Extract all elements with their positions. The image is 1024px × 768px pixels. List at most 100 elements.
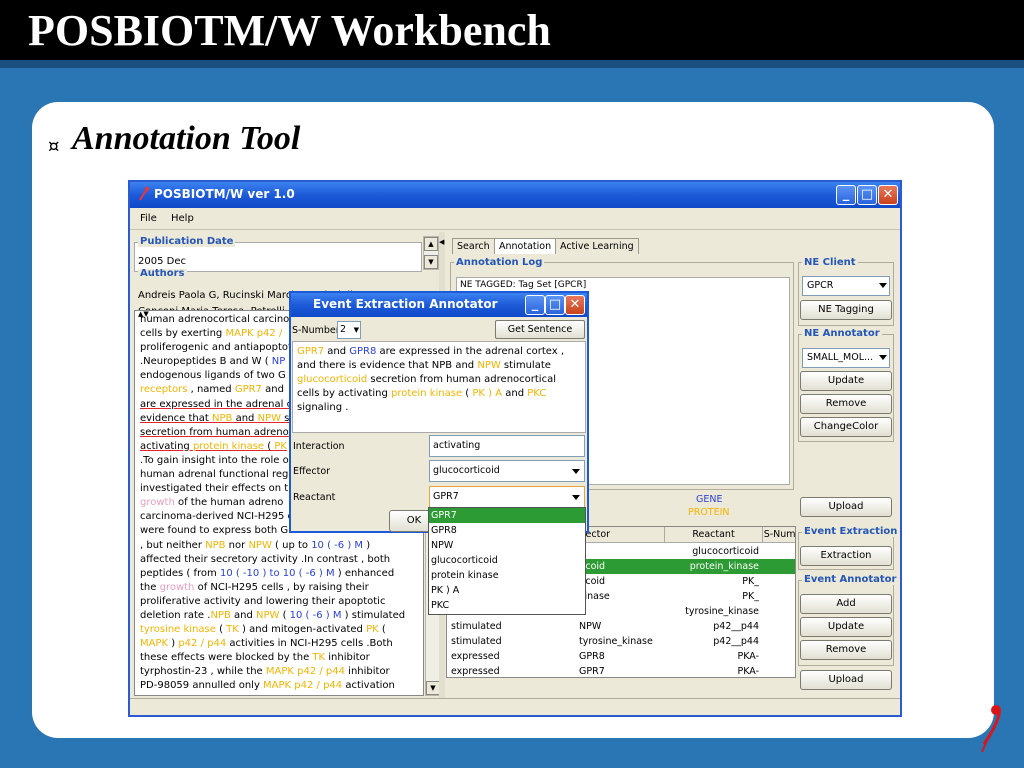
table-cell-effector: [579, 544, 663, 559]
tab-bar: Search Annotation Active Learning: [448, 234, 748, 256]
app-title: POSBIOTM/W ver 1.0: [154, 187, 295, 201]
change-color-button[interactable]: ChangeColor: [800, 417, 892, 437]
table-header-snumber[interactable]: S-Number: [763, 527, 795, 543]
table-cell-snum: 6: [763, 619, 795, 634]
upload-top-button[interactable]: Upload: [800, 497, 892, 517]
ne-protein: PK ) A: [472, 388, 503, 399]
table-cell-effector: [579, 604, 663, 619]
table-cell-snum: 2: [763, 544, 795, 559]
tab-active-learning[interactable]: Active Learning: [555, 238, 639, 254]
scroll-down-icon[interactable]: ▼: [424, 255, 438, 269]
abstract-line: deletion rate .NPB and NPW ( 10 ( -6 ) M…: [140, 609, 406, 621]
abstract-line: , but neither NPB nor NPW ( up to 10 ( -…: [140, 539, 371, 551]
scroll-up-icon[interactable]: ▲: [424, 237, 438, 251]
snumber-combo[interactable]: 2 ▼: [337, 321, 361, 339]
bullet-icon: ¤: [48, 136, 60, 157]
table-cell-snum: 9: [763, 664, 795, 677]
dropdown-option[interactable]: GPR7: [429, 508, 585, 523]
dialog-title: Event Extraction Annotator: [313, 297, 498, 311]
extraction-button[interactable]: Extraction: [800, 546, 892, 566]
ne-tagging-button[interactable]: NE Tagging: [800, 300, 892, 320]
table-cell-snum: 2: [763, 574, 795, 589]
ne-client-label: NE Client: [802, 257, 858, 268]
tab-annotation[interactable]: Annotation: [494, 238, 557, 254]
dropdown-option[interactable]: glucocorticoid: [429, 553, 585, 568]
snumber-label: S-Number: [292, 325, 340, 336]
scroll-down-icon[interactable]: ▼: [426, 681, 440, 695]
dropdown-option[interactable]: protein kinase: [429, 568, 585, 583]
annotation-log-label: Annotation Log: [454, 257, 545, 268]
chevron-down-icon: [572, 495, 580, 500]
abstract-line: tyrphostin-23 , while the MAPK p42 / p44…: [140, 666, 390, 678]
dialog-body: S-Number 2 ▼ Get Sentence GPR7 and GPR8 a…: [291, 317, 587, 532]
table-cell-interaction: expressed: [451, 651, 500, 662]
legend-protein: PROTEIN: [688, 507, 730, 518]
tab-search[interactable]: Search: [452, 238, 495, 254]
abstract-line: the growth of NCI-H295 cells , by raisin…: [140, 581, 369, 593]
ne-client-combo[interactable]: GPCR: [802, 276, 890, 296]
table-header-reactant[interactable]: Reactant: [665, 527, 763, 543]
status-bar: [130, 698, 900, 715]
abstract-line: proliferative activity and lowering thei…: [140, 595, 386, 607]
dialog-maximize-button[interactable]: □: [545, 295, 565, 315]
table-cell-reactant: p42__p44: [713, 621, 759, 632]
app-titlebar[interactable]: POSBIOTM/W ver 1.0 _ □ ✕: [130, 182, 900, 208]
table-cell-effector: tyrosine_kinase: [579, 636, 653, 647]
event-update-button[interactable]: Update: [800, 617, 892, 637]
title-rule: [0, 60, 1024, 68]
table-cell-snum: 2: [763, 589, 795, 604]
reactant-dropdown-list[interactable]: GPR7 GPR8 NPW glucocorticoid protein kinase P…: [428, 507, 586, 615]
table-cell-interaction: stimulated: [451, 621, 502, 632]
reactant-label: Reactant: [293, 492, 336, 503]
interaction-label: Interaction: [293, 441, 345, 452]
menu-file[interactable]: File: [140, 213, 157, 224]
menu-help[interactable]: Help: [171, 213, 194, 224]
abstract-line: PD-98059 annulled only MAPK p42 / p44 ac…: [140, 680, 395, 692]
get-sentence-button[interactable]: Get Sentence: [495, 320, 585, 339]
event-extraction-label: Event Extraction: [802, 526, 900, 537]
section-heading: Annotation Tool: [72, 120, 301, 157]
dialog-minimize-button[interactable]: _: [525, 295, 545, 315]
table-cell-snum: 9: [763, 649, 795, 664]
red-quill-logo-icon: [981, 705, 1001, 753]
pubdate-scrollbar[interactable]: ▲ ▼: [423, 236, 439, 270]
dialog-close-button[interactable]: ✕: [565, 295, 585, 315]
app-quill-icon: [139, 186, 149, 201]
event-add-button[interactable]: Add: [800, 594, 892, 614]
dropdown-option[interactable]: NPW: [429, 538, 585, 553]
ne-annotator-combo[interactable]: SMALL_MOL...: [802, 348, 890, 368]
dropdown-option[interactable]: PK ) A: [429, 583, 585, 598]
table-cell-effector: NPW: [579, 621, 602, 632]
sentence-text[interactable]: GPR7 and GPR8 are expressed in the adren…: [292, 341, 586, 433]
chevron-down-icon: [879, 283, 887, 288]
slide-background: POSBIOTM/W Workbench ¤ Annotation Tool P…: [0, 0, 1024, 768]
pubdate-label: Publication Date: [138, 236, 236, 247]
close-button[interactable]: ✕: [878, 185, 898, 205]
table-cell-effector: ticoid: [579, 561, 606, 572]
effector-select[interactable]: glucocorticoid: [429, 460, 585, 482]
interaction-input[interactable]: activating: [429, 435, 585, 457]
table-row[interactable]: expressed GPR8 PKA- 9: [447, 649, 795, 664]
dropdown-option[interactable]: PKC: [429, 598, 585, 613]
maximize-button[interactable]: □: [857, 185, 877, 205]
dialog-titlebar[interactable]: Event Extraction Annotator _ □ ✕: [291, 293, 587, 317]
minimize-button[interactable]: _: [836, 185, 856, 205]
table-row[interactable]: stimulated NPW p42__p44 6: [447, 619, 795, 634]
ne-protein: PKC: [527, 388, 547, 399]
event-remove-button[interactable]: Remove: [800, 640, 892, 660]
abstract-line: MAPK ) p42 / p44 activities in NCI-H295 …: [140, 638, 393, 650]
upload-bottom-button[interactable]: Upload: [800, 670, 892, 690]
table-cell-effector: GPR8: [579, 651, 605, 662]
splitter-arrows-icon[interactable]: ▲▼: [138, 311, 149, 318]
table-cell-reactant: p42__p44: [713, 636, 759, 647]
legend-gene: GENE: [696, 494, 723, 505]
dropdown-option[interactable]: GPR8: [429, 523, 585, 538]
ne-remove-button[interactable]: Remove: [800, 394, 892, 414]
ne-update-button[interactable]: Update: [800, 371, 892, 391]
reactant-select[interactable]: GPR7: [429, 486, 585, 508]
table-row[interactable]: stimulated tyrosine_kinase p42__p44 6: [447, 634, 795, 649]
pubdate-value[interactable]: 2005 Dec: [138, 256, 186, 267]
collapse-left-icon[interactable]: ◀: [439, 238, 444, 246]
abstract-line: peptides ( from 10 ( -10 ) to 10 ( -6 ) …: [140, 567, 395, 579]
table-row[interactable]: expressed GPR7 PKA- 9: [447, 664, 795, 677]
